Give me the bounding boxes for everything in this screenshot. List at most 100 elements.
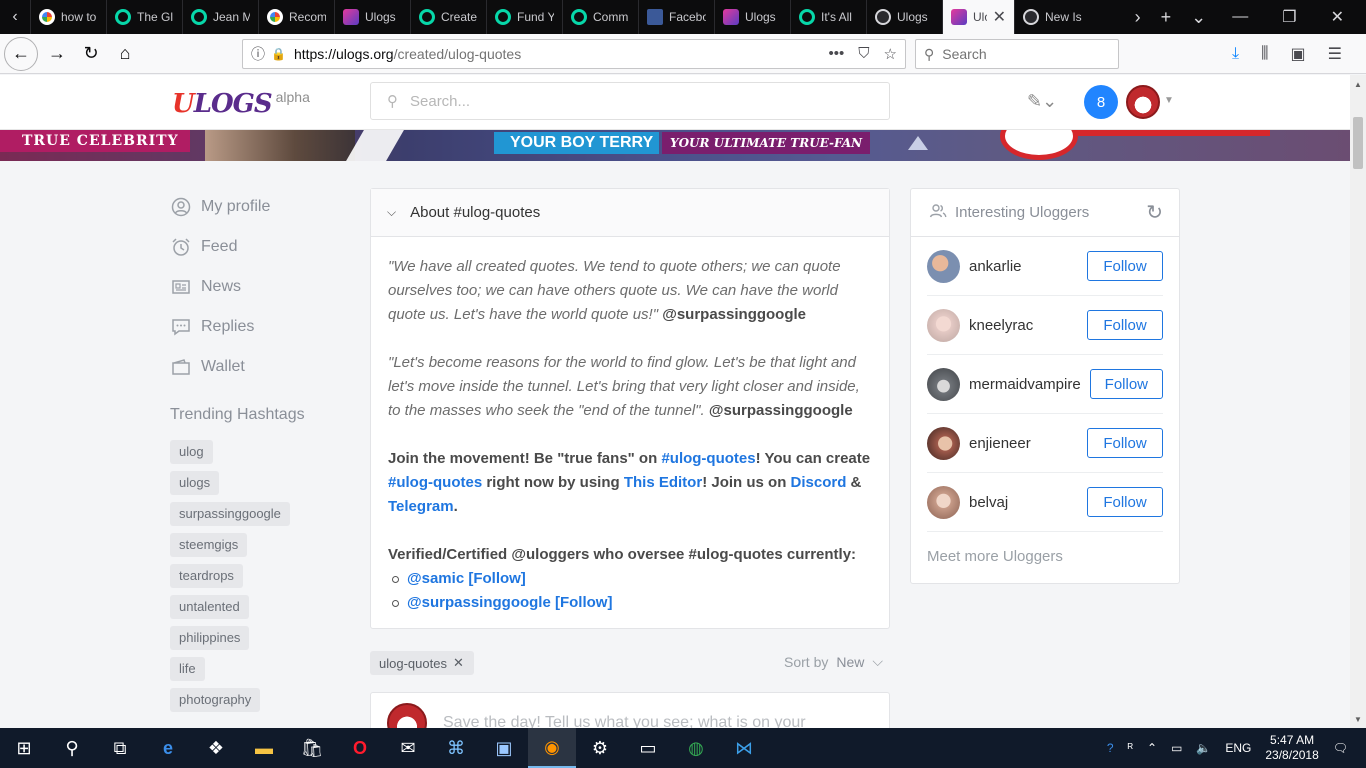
close-icon[interactable]: ✕: [453, 655, 464, 671]
notification-badge[interactable]: 8: [1084, 85, 1118, 119]
search-icon[interactable]: ⚲: [48, 728, 96, 768]
hashtag-chip[interactable]: philippines: [170, 626, 250, 650]
follow-button[interactable]: Follow: [1087, 487, 1163, 517]
sidebar-item-wallet[interactable]: Wallet: [170, 347, 350, 387]
sidebar-toggle-icon[interactable]: ▣: [1290, 44, 1305, 64]
image-viewer-icon[interactable]: ▣: [480, 728, 528, 768]
language-indicator[interactable]: ENG: [1225, 741, 1251, 755]
browser-tab[interactable]: Create: [410, 0, 486, 34]
avatar[interactable]: [927, 485, 960, 519]
follow-button[interactable]: Follow: [1087, 428, 1163, 458]
vscode-icon[interactable]: ⋈: [720, 728, 768, 768]
hashtag-chip[interactable]: surpassinggoogle: [170, 502, 290, 526]
hashtag-chip[interactable]: ulogs: [170, 471, 220, 495]
follow-button[interactable]: Follow: [1087, 310, 1163, 340]
follow-button[interactable]: Follow: [1089, 369, 1163, 399]
page-actions-icon[interactable]: •••: [829, 45, 845, 63]
network-app-icon[interactable]: ⌘: [432, 728, 480, 768]
action-center-icon[interactable]: 🗨: [1333, 741, 1348, 755]
verified-user-link[interactable]: @samic [Follow]: [407, 567, 526, 591]
hashtag-chip[interactable]: ulog: [170, 440, 213, 464]
write-post-icon[interactable]: ✎⌄: [1027, 91, 1057, 112]
opera-icon[interactable]: O: [336, 728, 384, 768]
hashtag-chip[interactable]: photography: [170, 688, 261, 712]
tab-scroll-right-icon[interactable]: ›: [1135, 7, 1141, 28]
bookmark-star-icon[interactable]: ☆: [884, 45, 897, 63]
hamburger-menu-icon[interactable]: ☰: [1328, 44, 1342, 64]
sort-dropdown[interactable]: Sort by New ⌵: [784, 653, 883, 670]
browser-tab[interactable]: Comm: [562, 0, 638, 34]
browser-tab[interactable]: Fund Y: [486, 0, 562, 34]
scrollbar-thumb[interactable]: [1353, 117, 1363, 169]
browser-tab[interactable]: Ulogs: [866, 0, 942, 34]
compose-post-box[interactable]: Save the day! Tell us what you see; what…: [370, 692, 890, 728]
browser-search-field[interactable]: ⚲ Search: [915, 39, 1119, 69]
forward-arrow-icon[interactable]: →: [40, 37, 74, 71]
tab-scroll-left-icon[interactable]: ‹: [0, 0, 30, 34]
hashtag-chip[interactable]: steemgigs: [170, 533, 248, 557]
hashtag-chip[interactable]: teardrops: [170, 564, 243, 588]
browser-tab[interactable]: Jean M: [182, 0, 258, 34]
browser-tab[interactable]: Ulogs: [334, 0, 410, 34]
hashtag-link[interactable]: #ulog-quotes: [661, 450, 755, 467]
edge-browser-icon[interactable]: e: [144, 728, 192, 768]
windows-start-icon[interactable]: ⊞: [0, 728, 48, 768]
refresh-icon[interactable]: ↻: [1146, 200, 1163, 225]
tray-chevron-up-icon[interactable]: ⌃: [1147, 741, 1157, 755]
scroll-down-icon[interactable]: ▼: [1350, 712, 1366, 726]
task-view-icon[interactable]: ⧉: [96, 728, 144, 768]
sidebar-item-my-profile[interactable]: My profile: [170, 187, 350, 227]
firefox-icon[interactable]: ◉: [528, 728, 576, 768]
avatar[interactable]: [927, 308, 960, 342]
discord-link[interactable]: Discord: [791, 474, 847, 491]
file-explorer-icon[interactable]: ▬: [240, 728, 288, 768]
address-bar[interactable]: ⓘ 🔒 https://ulogs.org/created/ulog-quote…: [242, 39, 906, 69]
settings-gear-icon[interactable]: ⚙: [576, 728, 624, 768]
close-tab-icon[interactable]: ✕: [993, 7, 1006, 27]
sidebar-item-replies[interactable]: Replies: [170, 307, 350, 347]
compose-placeholder[interactable]: Save the day! Tell us what you see; what…: [443, 714, 806, 728]
terminal-icon[interactable]: ▭: [624, 728, 672, 768]
page-scrollbar[interactable]: ▲ ▼: [1350, 75, 1366, 728]
hashtag-chip[interactable]: untalented: [170, 595, 249, 619]
ulogger-name[interactable]: enjieneer: [969, 435, 1078, 452]
editor-link[interactable]: This Editor: [624, 474, 702, 491]
home-icon[interactable]: ⌂: [108, 37, 142, 71]
help-icon[interactable]: ?: [1107, 741, 1114, 755]
people-icon[interactable]: ᴿ: [1128, 741, 1133, 755]
info-icon[interactable]: ⓘ: [251, 44, 265, 64]
browser-tab[interactable]: Facebo: [638, 0, 714, 34]
browser-tab[interactable]: The Gl: [106, 0, 182, 34]
site-search-input[interactable]: ⚲ Search...: [370, 82, 890, 120]
browser-tab[interactable]: Recom: [258, 0, 334, 34]
browser-tab[interactable]: Ulogs: [714, 0, 790, 34]
hashtag-link[interactable]: #ulog-quotes: [388, 474, 482, 491]
avatar[interactable]: [927, 367, 960, 401]
minimize-icon[interactable]: —: [1232, 8, 1248, 26]
avatar[interactable]: [927, 426, 960, 460]
browser-tab[interactable]: how to: [30, 0, 106, 34]
mail-icon[interactable]: ✉: [384, 728, 432, 768]
browser-tab[interactable]: New Is: [1014, 0, 1090, 34]
chrome-icon[interactable]: ◍: [672, 728, 720, 768]
follow-button[interactable]: Follow: [1087, 251, 1163, 281]
sidebar-item-news[interactable]: News: [170, 267, 350, 307]
sidebar-item-feed[interactable]: Feed: [170, 227, 350, 267]
restore-icon[interactable]: ❐: [1282, 7, 1296, 27]
network-icon[interactable]: ▭: [1171, 741, 1182, 755]
browser-tab-active[interactable]: Ulo ✕: [942, 0, 1014, 34]
clock[interactable]: 5:47 AM 23/8/2018: [1265, 733, 1318, 763]
chevron-down-icon[interactable]: ▼: [1164, 95, 1174, 106]
scroll-up-icon[interactable]: ▲: [1350, 77, 1366, 91]
store-icon[interactable]: 🛍: [288, 728, 336, 768]
about-card-header[interactable]: ⌵ About #ulog-quotes: [371, 189, 889, 237]
volume-icon[interactable]: 🔈: [1196, 741, 1211, 755]
library-icon[interactable]: ⫼: [1261, 45, 1268, 63]
ulogger-name[interactable]: ankarlie: [969, 258, 1078, 275]
ulogger-name[interactable]: kneelyrac: [969, 317, 1078, 334]
browser-tab[interactable]: It's All: [790, 0, 866, 34]
reload-icon[interactable]: ↻: [74, 37, 108, 71]
new-tab-icon[interactable]: +: [1161, 7, 1172, 28]
verified-user-link[interactable]: @surpassinggoogle [Follow]: [407, 591, 612, 615]
ulogs-logo[interactable]: ULOGS alpha: [172, 89, 310, 119]
